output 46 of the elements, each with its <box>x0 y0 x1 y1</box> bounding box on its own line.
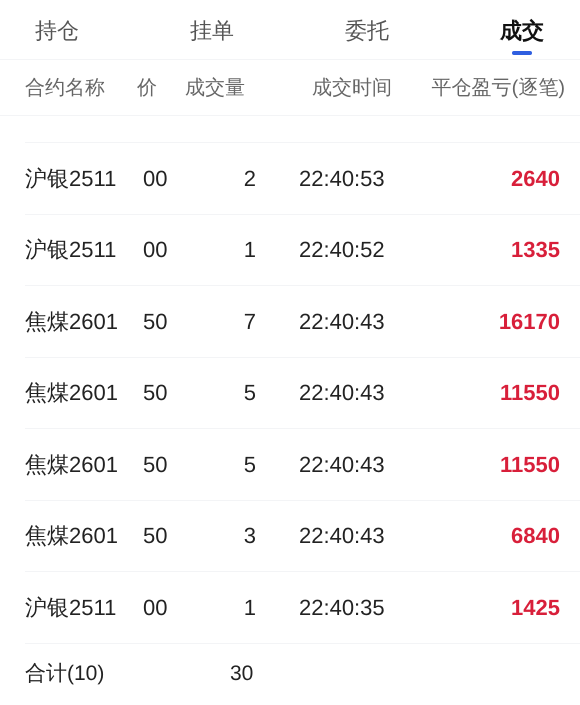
table-cell: 22:40:35 <box>299 594 385 620</box>
table-cell: 1 <box>244 237 256 262</box>
tab[interactable]: 挂单 <box>190 2 295 58</box>
table-cell: 焦煤2601 <box>25 523 118 548</box>
table-cell: 00 <box>143 237 168 262</box>
table-cell: 2640 <box>511 166 560 191</box>
table-cell: 7 <box>244 308 256 334</box>
table-cell: 11550 <box>500 452 560 477</box>
table-cell: 2 <box>244 166 256 191</box>
table-cell: 50 <box>143 452 168 477</box>
table-cell: 焦煤2601 <box>25 380 118 406</box>
table-cell: 沪银2511 <box>25 237 116 262</box>
table-cell: 22:40:52 <box>299 237 385 262</box>
tab[interactable]: 持仓 <box>35 2 155 58</box>
column-header: 平仓盈亏(逐笔) <box>432 76 565 98</box>
tab[interactable]: 委托 <box>345 2 440 58</box>
table-cell: 5 <box>244 452 256 477</box>
table-cell: 1 <box>244 594 256 620</box>
table-cell: 16170 <box>498 308 560 334</box>
table-cell: 22:40:43 <box>299 380 385 406</box>
column-header: 合约名称 <box>25 76 105 98</box>
tab[interactable]: 成交 <box>500 2 580 58</box>
table-cell: 焦煤2601 <box>25 452 118 477</box>
table-cell: 50 <box>143 380 168 406</box>
column-header: 成交量 <box>184 76 245 98</box>
table-cell: 1335 <box>511 237 560 262</box>
table-cell: 22:40:53 <box>299 166 385 191</box>
table-cell: 11550 <box>500 380 560 406</box>
total-label: 合计(10) <box>25 660 106 687</box>
table-cell: 22:40:43 <box>299 452 385 477</box>
column-header: 成交时间 <box>312 76 392 98</box>
total-volume: 30 <box>230 660 254 687</box>
table-cell: 50 <box>143 308 168 334</box>
column-header: 价 <box>136 76 157 98</box>
table-cell: 1425 <box>511 594 560 620</box>
table-cell: 22:40:43 <box>299 523 385 548</box>
table-cell: 3 <box>244 523 256 548</box>
table-cell: 50 <box>143 523 168 548</box>
table-cell: 焦煤2601 <box>25 308 118 334</box>
table-cell: 沪银2511 <box>25 166 116 191</box>
table-cell: 00 <box>143 166 168 191</box>
table-cell: 22:40:43 <box>299 308 385 334</box>
table-cell: 沪银2511 <box>25 594 116 620</box>
table-cell: 00 <box>143 594 168 620</box>
table-cell: 5 <box>244 380 256 406</box>
table-cell: 6840 <box>511 523 560 548</box>
